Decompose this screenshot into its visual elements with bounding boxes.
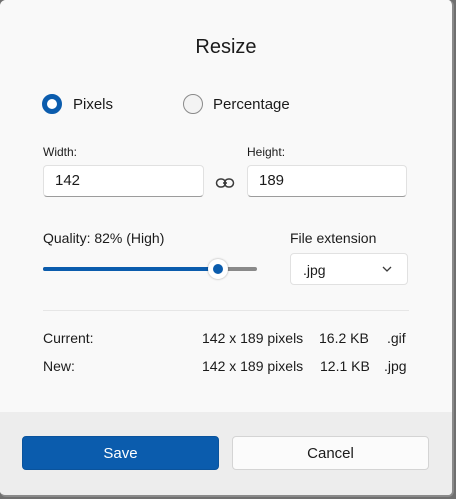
file-extension-dropdown[interactable]: .jpg (290, 253, 408, 285)
quality-slider-fill (43, 267, 218, 271)
link-icon[interactable] (214, 172, 236, 194)
height-label: Height: (247, 145, 286, 159)
current-extension: .gif (387, 330, 406, 346)
new-dimensions: 142 x 189 pixels (202, 358, 304, 374)
cancel-button[interactable]: Cancel (232, 436, 429, 470)
dialog-content: Resize Pixels Percentage Width: 142 Heig… (0, 0, 452, 412)
quality-slider[interactable] (43, 259, 257, 279)
quality-label: Quality: 82% (High) (43, 230, 165, 246)
divider (43, 310, 409, 311)
resize-dialog: Resize Pixels Percentage Width: 142 Heig… (0, 0, 454, 497)
chevron-down-icon (382, 266, 392, 272)
file-extension-label: File extension (290, 230, 377, 246)
file-extension-value: .jpg (303, 262, 326, 278)
pixels-radio[interactable] (42, 94, 62, 114)
new-extension: .jpg (384, 358, 407, 374)
percentage-radio[interactable] (183, 94, 203, 114)
save-button[interactable]: Save (22, 436, 219, 470)
width-input[interactable]: 142 (43, 165, 204, 197)
current-file-size: 16.2 KB (319, 330, 369, 346)
new-file-size: 12.1 KB (320, 358, 370, 374)
dialog-title: Resize (195, 36, 257, 58)
pixels-radio-label[interactable]: Pixels (73, 96, 113, 113)
width-label: Width: (43, 145, 78, 159)
percentage-radio-label[interactable]: Percentage (213, 96, 290, 113)
new-label: New: (43, 358, 75, 374)
height-input[interactable]: 189 (247, 165, 407, 197)
current-dimensions: 142 x 189 pixels (202, 330, 304, 346)
current-label: Current: (43, 330, 94, 346)
quality-slider-thumb[interactable] (208, 259, 228, 279)
